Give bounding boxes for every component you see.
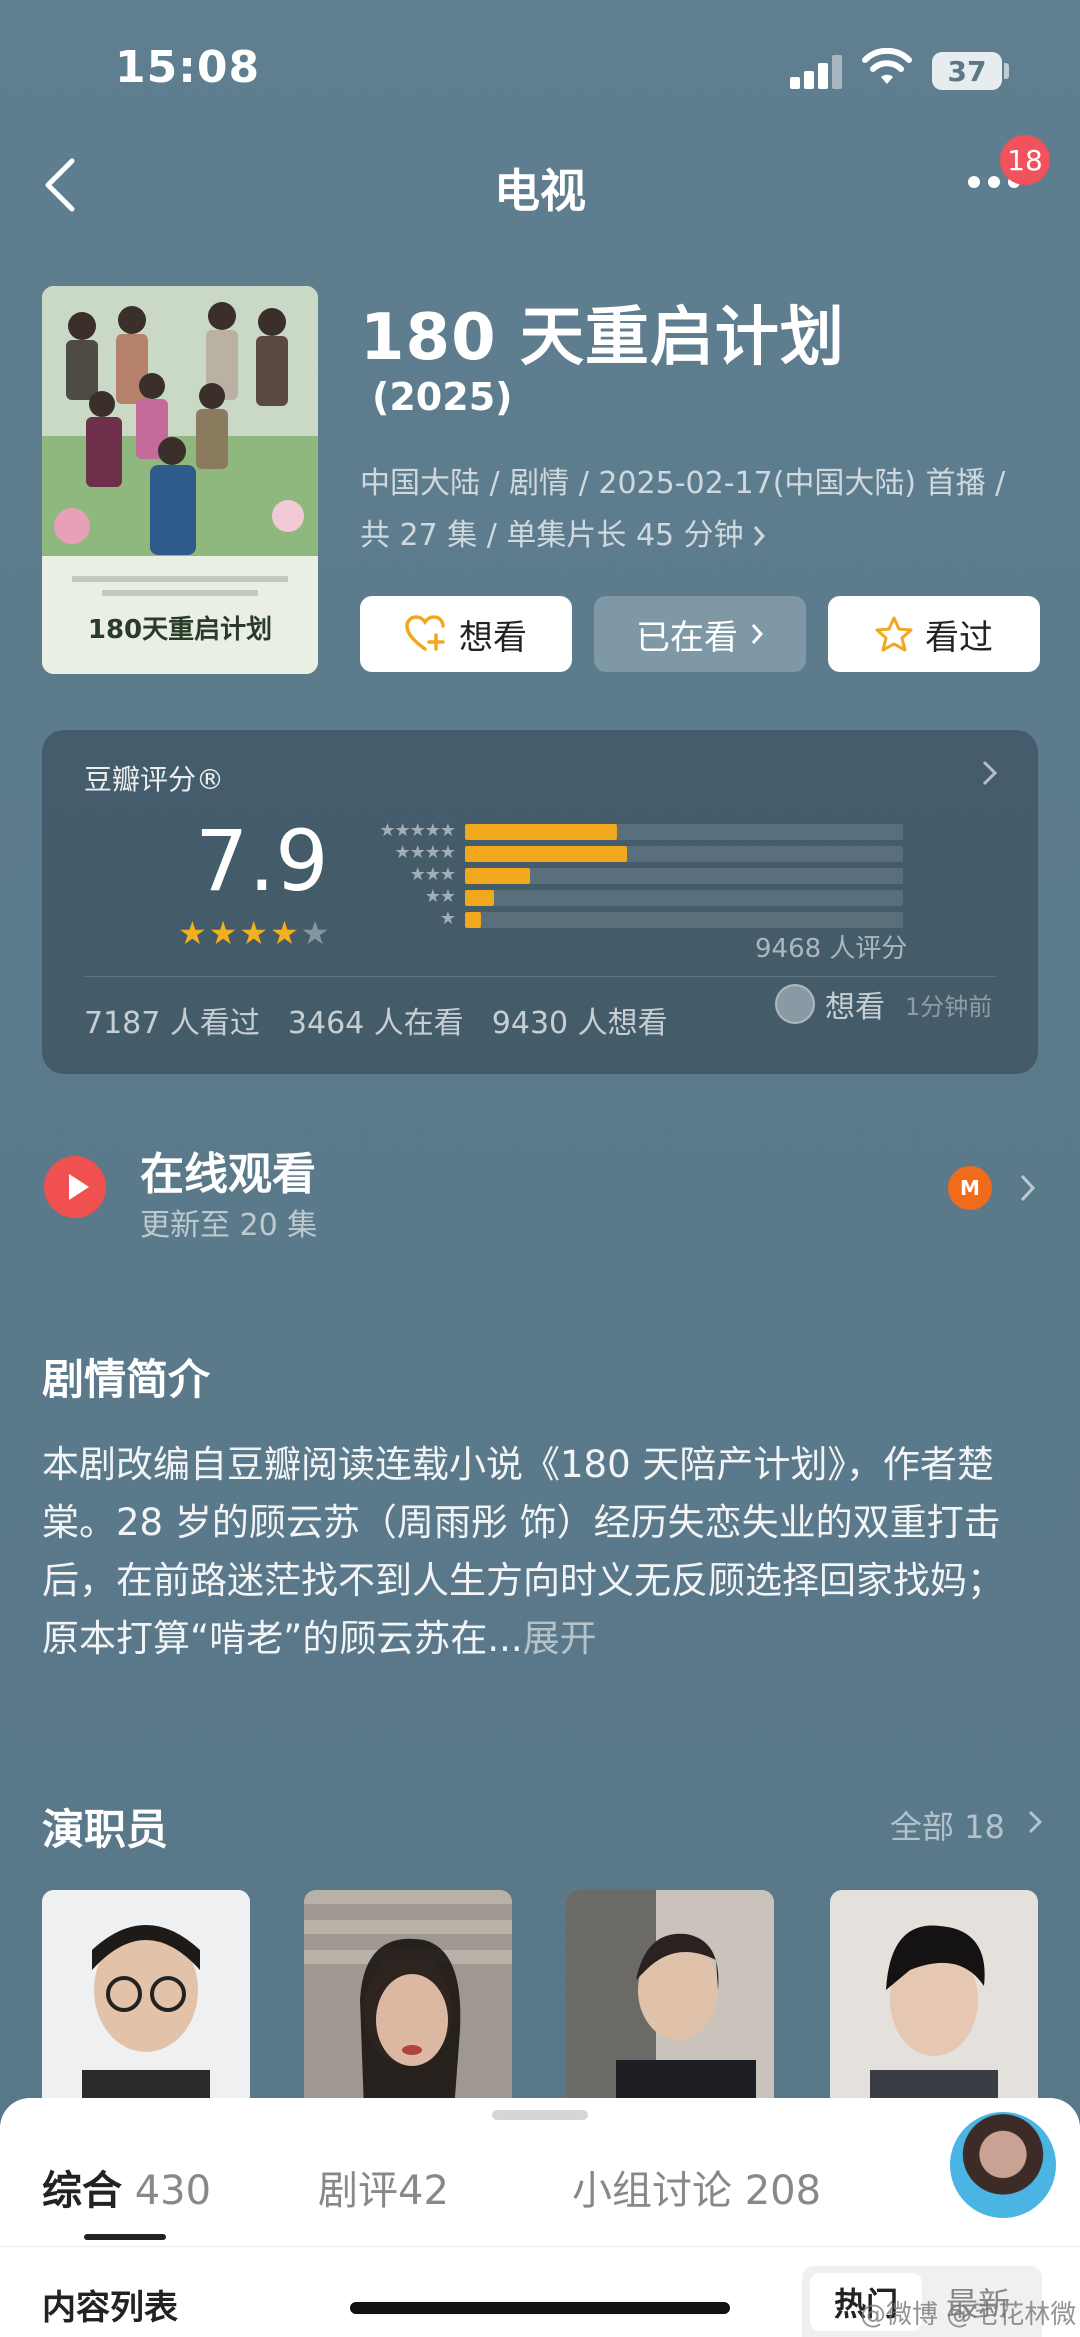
star-filled-icon: ★ [208,914,240,952]
meta-line-2-text: 共 27 集 / 单集片长 45 分钟 [360,518,744,553]
meta-line-1: 中国大陆 / 剧情 / 2025-02-17(中国大陆) 首播 / [360,466,1006,501]
cast-photo-3[interactable] [566,1890,774,2110]
rating-bar-row: ★★★ [355,864,905,886]
meta-info[interactable]: 中国大陆 / 剧情 / 2025-02-17(中国大陆) 首播 / 共 27 集… [360,458,1040,562]
divider [84,976,996,977]
chevron-right-icon [751,624,764,644]
chevron-right-icon[interactable] [1026,1808,1044,1836]
tab-overview-label: 综合 [42,2168,122,2214]
active-tab-indicator [84,2234,166,2240]
rating-bar-fill [465,890,495,906]
tab-group-count: 208 [744,2168,822,2214]
tab-overview-count: 430 [134,2168,212,2214]
rating-bar-stars: ★★★ [409,864,456,885]
tab-group-discussion[interactable]: 小组讨论 208 [572,2158,821,2216]
page-title: 电视 [494,164,586,218]
cast-photo-4[interactable] [830,1890,1038,2110]
rating-bar-row: ★ [355,908,905,930]
rating-bar-fill [465,846,628,862]
friend-activity[interactable]: 想看 1分钟前 [775,982,992,1026]
cast-photo-2[interactable] [304,1890,512,2110]
sheet-handle[interactable] [492,2110,588,2120]
stat-watching: 3464 人在看 [287,1006,464,1041]
rating-bar-fill [465,868,530,884]
rating-bar-fill [465,912,482,928]
poster-caption: 180天重启计划 [88,614,272,645]
rating-stars: ★★★★★ [178,914,331,952]
avatar[interactable] [946,2108,1060,2222]
rating-bar-fill [465,824,618,840]
mango-tv-icon[interactable]: M [948,1166,992,1210]
rating-score: 7.9 [195,812,329,910]
tab-reviews-count: 42 [398,2168,449,2214]
star-filled-icon: ★ [178,914,209,952]
watched-button[interactable]: 看过 [828,596,1040,672]
watermark: @微博 @宅花林微笑 [860,2300,1077,2330]
cast-photo-1[interactable] [42,1890,250,2110]
rating-bar-row: ★★★★★ [355,820,905,842]
signal-icon [790,55,846,89]
rating-bar-track [465,912,903,928]
home-indicator [350,2302,730,2314]
friend-action: 想看 [825,990,885,1025]
tab-reviews-label: 剧评 [318,2168,398,2214]
rating-bar-stars: ★★★★ [394,842,456,863]
year: (2025) [372,375,513,419]
watched-label: 看过 [925,617,993,658]
title: 180 天重启计划 [360,301,845,375]
status-time: 15:08 [115,42,261,93]
tab-group-label: 小组讨论 [572,2168,732,2214]
divider [0,2246,1080,2247]
star-filled-icon: ★ [270,914,301,952]
poster-image[interactable]: 180天重启计划 [42,286,318,674]
battery-icon: 37 [932,52,1002,90]
stat-wanting: 9430 人想看 [491,1006,668,1041]
want-button[interactable]: 想看 [360,596,572,672]
chevron-right-icon[interactable] [980,758,1000,788]
rating-label: 豆瓣评分® [84,763,225,796]
play-icon[interactable] [44,1156,106,1218]
synopsis-title: 剧情简介 [42,1355,211,1404]
cast-all-link[interactable]: 全部 18 [890,1802,1005,1848]
expand-link[interactable]: 展开 [523,1617,597,1660]
want-label: 想看 [459,617,527,658]
wifi-icon [862,48,912,84]
star-icon [875,616,913,652]
rating-bar-track [465,824,903,840]
rating-bar-stars: ★★ [424,886,456,907]
cast-title: 演职员 [42,1805,169,1854]
online-watch-title[interactable]: 在线观看 [140,1138,316,1202]
meta-line-2: 共 27 集 / 单集片长 45 分钟 [360,510,1040,562]
rating-count: 9468 人评分 [755,934,908,964]
star-filled-icon: ★ [239,914,271,952]
rating-bar-track [465,868,903,884]
tab-reviews[interactable]: 剧评42 [318,2158,449,2216]
watching-button[interactable]: 已在看 [594,596,806,672]
content-list-title: 内容列表 [42,2288,178,2328]
friend-time: 1分钟前 [905,992,993,1021]
battery-tip [1004,63,1009,79]
synopsis-text[interactable]: 本剧改编自豆瓣阅读连载小说《180 天陪产计划》，作者楚棠。28 岁的顾云苏（周… [42,1436,1038,1668]
watching-label: 已在看 [636,617,738,658]
star-empty-icon: ★ [300,914,332,952]
chevron-right-icon [753,526,765,546]
heart-plus-icon [405,615,445,651]
chevron-right-icon[interactable] [1018,1172,1038,1204]
rating-bar-stars: ★ [439,908,456,929]
online-watch-subtitle: 更新至 20 集 [140,1208,318,1243]
rating-bar-row: ★★ [355,886,905,908]
stat-watched: 7187 人看过 [84,1006,260,1041]
rating-bar-track [465,890,903,906]
avatar [775,984,815,1024]
notification-badge: 18 [1000,135,1050,185]
rating-bar-row: ★★★★ [355,842,905,864]
rating-bar-stars: ★★★★★ [379,820,456,841]
watch-stats: 7187 人看过 3464 人在看 9430 人想看 [84,998,668,1042]
rating-bar-track [465,846,903,862]
tab-overview[interactable]: 综合 430 [42,2158,211,2216]
